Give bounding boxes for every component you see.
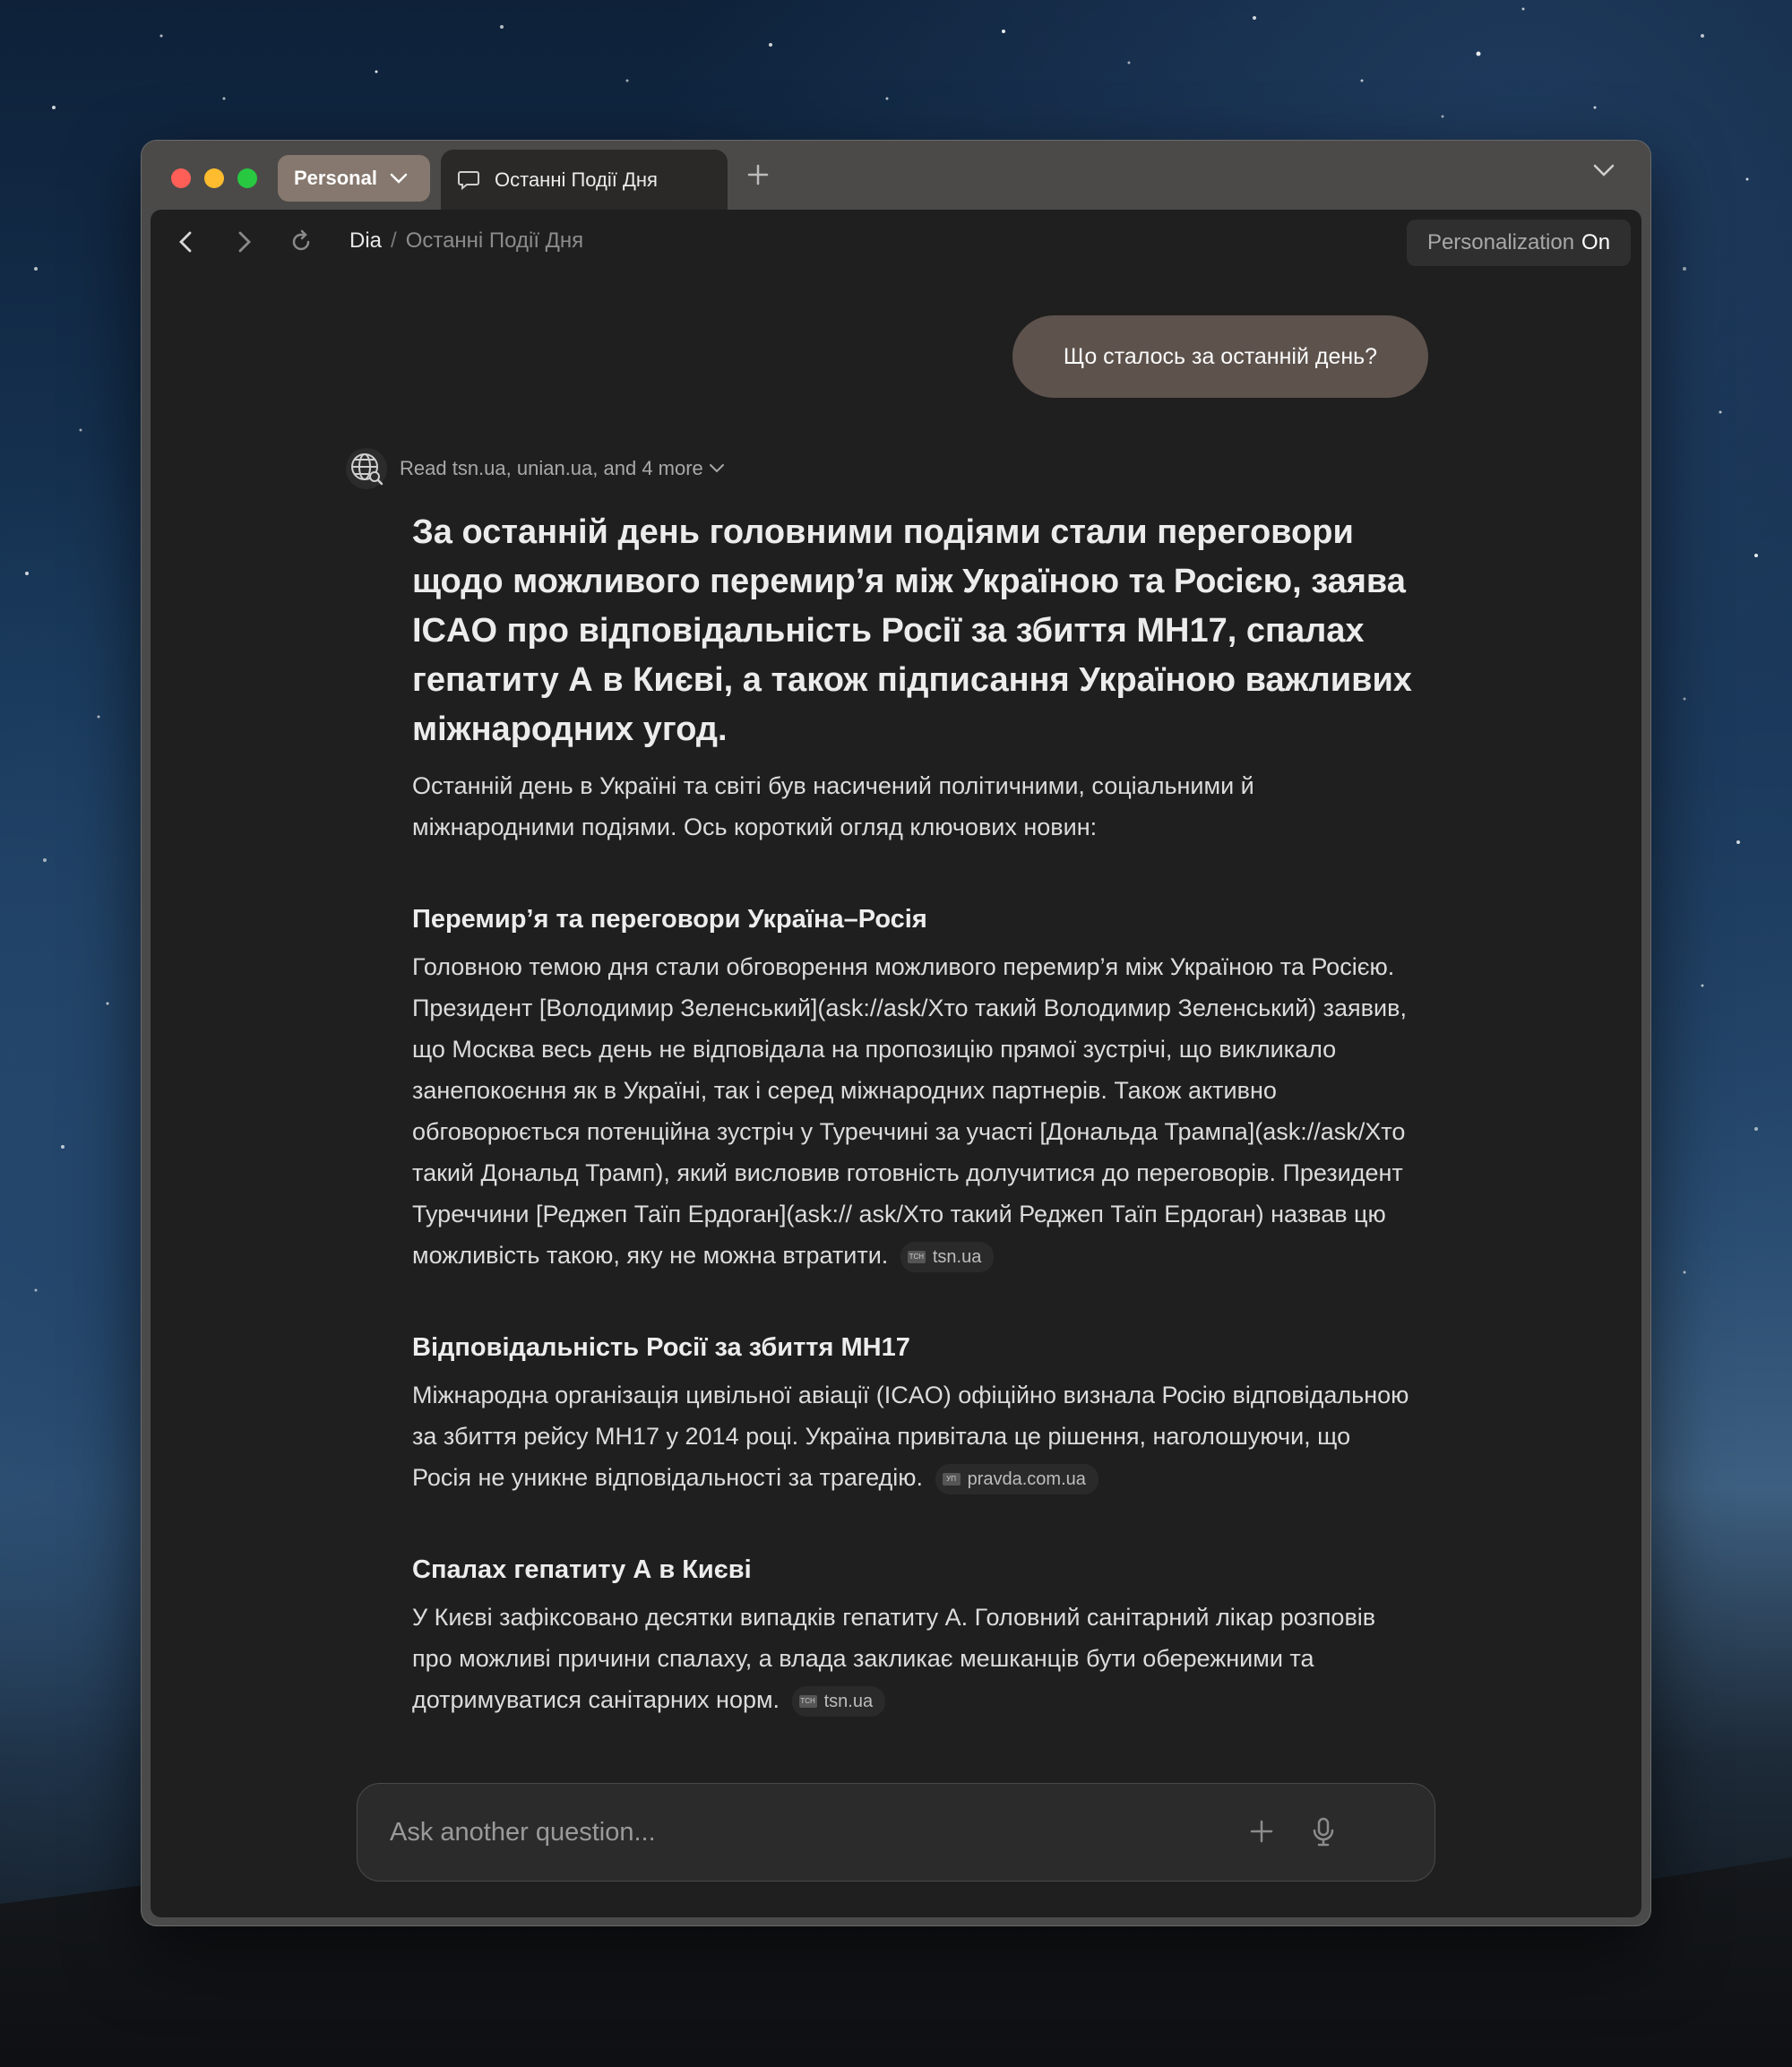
source-chip[interactable]: ТСН tsn.ua	[791, 1685, 886, 1717]
forward-button[interactable]	[233, 229, 254, 259]
source-favicon-icon: ТСН	[907, 1250, 926, 1263]
tab-active[interactable]: Останні Події Дня	[441, 150, 728, 210]
chevron-down-icon	[709, 464, 724, 473]
profile-switcher[interactable]: Personal	[278, 155, 430, 202]
plus-icon	[1250, 1820, 1273, 1843]
user-message-bubble: Що сталось за останній день?	[1012, 315, 1428, 398]
source-chip-label: tsn.ua	[932, 1246, 982, 1267]
source-favicon-icon: УП	[942, 1472, 961, 1486]
tab-title: Останні Події Дня	[495, 168, 658, 191]
maximize-window-button[interactable]	[237, 168, 257, 188]
attach-button[interactable]	[1248, 1818, 1275, 1849]
personalization-state: On	[1581, 230, 1611, 254]
back-arrow-icon	[179, 231, 192, 253]
new-tab-button[interactable]	[747, 160, 769, 191]
source-chip[interactable]: ТСН tsn.ua	[900, 1241, 995, 1272]
section-body: У Києві зафіксовано десятки випадків геп…	[412, 1597, 1416, 1720]
user-message-text: Що сталось за останній день?	[1063, 343, 1378, 369]
personalization-label: Personalization	[1426, 230, 1575, 254]
reload-icon	[292, 229, 310, 251]
breadcrumb-separator: /	[391, 228, 397, 253]
section-title: Відповідальність Росії за збиття MH17	[412, 1333, 910, 1362]
page-content: Dia / Останні Події Дня Personalization On…	[151, 210, 1641, 1917]
reload-button[interactable]	[289, 229, 314, 259]
section-body-text: У Києві зафіксовано десятки випадків геп…	[412, 1604, 1376, 1713]
source-chip[interactable]: УП pravda.com.ua	[935, 1463, 1098, 1494]
back-button[interactable]	[176, 229, 197, 259]
assistant-answer: За останній день головними подіями стали…	[412, 508, 1416, 1720]
forward-arrow-icon	[238, 231, 251, 253]
profile-label: Personal	[294, 167, 377, 189]
minimize-window-button[interactable]	[204, 168, 224, 188]
chat-bubble-icon	[458, 170, 479, 190]
breadcrumb-current: Останні Події Дня	[405, 228, 584, 253]
answer-headline: За останній день головними подіями стали…	[412, 513, 1412, 748]
ask-input[interactable]	[390, 1817, 1196, 1847]
section-body-text: Головною темою дня стали обговорення мож…	[412, 953, 1407, 1269]
sources-summary[interactable]: Read tsn.ua, unian.ua, and 4 more	[346, 448, 725, 489]
close-window-button[interactable]	[171, 168, 191, 188]
source-chip-label: tsn.ua	[823, 1691, 874, 1711]
navigation-bar: Dia / Останні Події Дня Personalization On	[151, 210, 1641, 274]
microphone-icon	[1313, 1817, 1334, 1847]
browser-window: Personal Останні Події Дня Dia / Останні…	[141, 140, 1651, 1926]
section-body-text: Міжнародна організація цивільної авіації…	[412, 1382, 1409, 1491]
section-body: Міжнародна організація цивільної авіації…	[412, 1374, 1416, 1498]
source-chip-label: pravda.com.ua	[967, 1468, 1086, 1489]
breadcrumb-root[interactable]: Dia	[349, 228, 382, 253]
answer-intro: Останній день в Україні та світі був нас…	[412, 772, 1254, 840]
section-title: Спалах гепатиту А в Києві	[412, 1555, 752, 1584]
tab-overview-button[interactable]	[1593, 164, 1615, 181]
plus-icon	[747, 164, 769, 185]
section-body: Головною темою дня стали обговорення мож…	[412, 946, 1416, 1276]
chevron-down-icon	[1593, 164, 1615, 177]
source-favicon-icon: ТСН	[798, 1694, 817, 1708]
globe-search-icon	[346, 448, 387, 489]
chevron-down-icon	[390, 173, 408, 184]
title-bar: Personal Останні Події Дня	[142, 141, 1650, 210]
breadcrumb: Dia / Останні Події Дня	[349, 228, 583, 254]
section-title: Перемир’я та переговори Україна–Росія	[412, 905, 927, 934]
personalization-toggle[interactable]: Personalization On	[1407, 220, 1631, 266]
voice-input-button[interactable]	[1311, 1816, 1336, 1853]
ask-box	[357, 1783, 1435, 1882]
sources-text: Read tsn.ua, unian.ua, and 4 more	[400, 457, 703, 479]
